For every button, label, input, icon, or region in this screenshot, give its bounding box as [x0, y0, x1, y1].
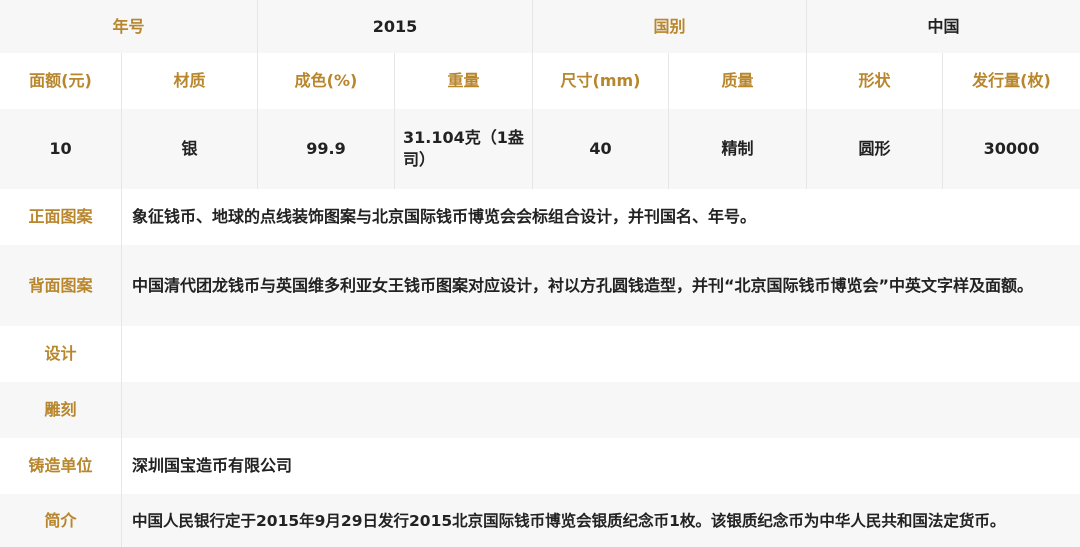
spec-value: 圆形: [807, 109, 943, 189]
column-header: 形状: [807, 53, 943, 109]
spec-value: 40: [533, 109, 669, 189]
intro-value: 中国人民银行定于2015年9月29日发行2015北京国际钱币博览会银质纪念币1枚…: [132, 511, 1006, 530]
country-value: 中国: [927, 16, 960, 36]
column-header: 材质: [122, 53, 258, 109]
obverse-row: 正面图案 象征钱币、地球的点线装饰图案与北京国际钱币博览会会标组合设计，并刊国名…: [0, 189, 1080, 245]
year-value: 2015: [258, 0, 533, 53]
spec-value: 银: [122, 109, 258, 189]
column-header: 质量: [669, 53, 807, 109]
spec-value: 10: [0, 109, 122, 189]
country-label: 国别: [533, 0, 807, 53]
mint-value: 深圳国宝造币有限公司: [132, 456, 293, 475]
spec-value: 99.9: [258, 109, 395, 189]
reverse-row: 背面图案 中国清代团龙钱币与英国维多利亚女王钱币图案对应设计，衬以方孔圆钱造型，…: [0, 245, 1080, 326]
mint-row: 铸造单位 深圳国宝造币有限公司: [0, 438, 1080, 494]
engraving-label: 雕刻: [0, 382, 122, 438]
engraving-row: 雕刻: [0, 382, 1080, 438]
reverse-value: 中国清代团龙钱币与英国维多利亚女王钱币图案对应设计，衬以方孔圆钱造型，并刊“北京…: [132, 275, 1034, 295]
design-row: 设计: [0, 326, 1080, 382]
column-header: 成色(%): [258, 53, 395, 109]
intro-row: 简介 中国人民银行定于2015年9月29日发行2015北京国际钱币博览会银质纪念…: [0, 494, 1080, 547]
obverse-value: 象征钱币、地球的点线装饰图案与北京国际钱币博览会会标组合设计，并刊国名、年号。: [132, 207, 757, 226]
design-value: [122, 326, 1080, 382]
column-header: 重量: [395, 53, 533, 109]
spec-value: 精制: [669, 109, 807, 189]
spec-value: 30000: [983, 139, 1040, 158]
spec-value-row: 10 银 99.9 31.104克（1盎司） 40 精制 圆形 30000: [0, 109, 1080, 189]
year-label: 年号: [0, 0, 258, 53]
design-label: 设计: [0, 326, 122, 382]
column-header: 发行量(枚): [972, 71, 1051, 90]
spec-value: 31.104克（1盎司）: [395, 109, 533, 189]
engraving-value: [122, 382, 1080, 438]
column-header: 面额(元): [0, 53, 122, 109]
obverse-label: 正面图案: [0, 189, 122, 245]
intro-label: 简介: [0, 494, 122, 547]
spec-header-row: 面额(元) 材质 成色(%) 重量 尺寸(mm) 质量 形状 发行量(枚): [0, 53, 1080, 109]
header-row: 年号 2015 国别 中国: [0, 0, 1080, 53]
reverse-label: 背面图案: [0, 245, 122, 326]
mint-label: 铸造单位: [0, 438, 122, 494]
column-header: 尺寸(mm): [533, 53, 669, 109]
